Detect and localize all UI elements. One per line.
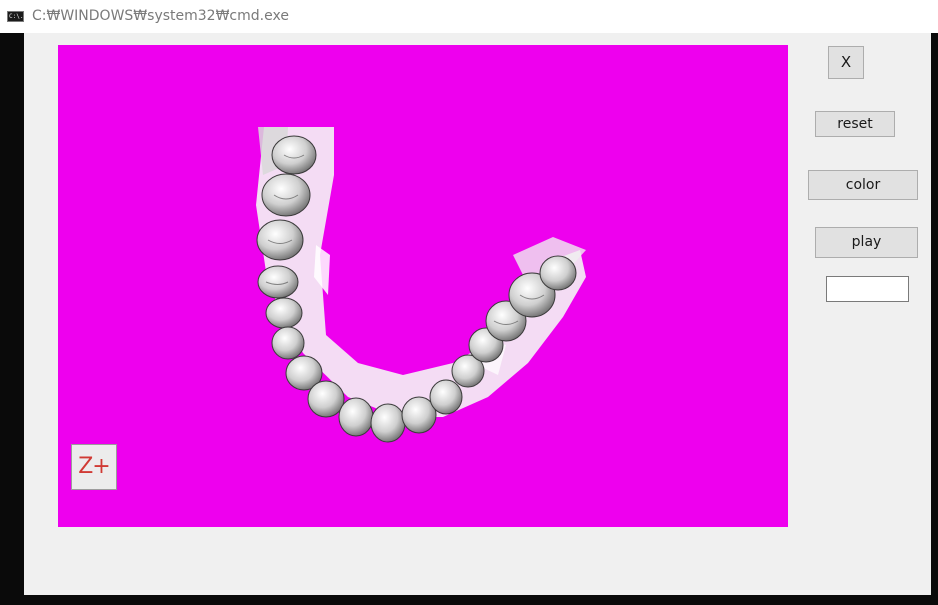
color-button[interactable]: color bbox=[808, 170, 918, 200]
cmd-console-icon: C:\. bbox=[7, 11, 24, 22]
console-title-bar[interactable]: C:\. C:₩WINDOWS₩system32₩cmd.exe bbox=[0, 0, 938, 33]
window-edge bbox=[931, 33, 938, 595]
zoom-in-button[interactable]: Z+ bbox=[71, 444, 117, 490]
3d-viewport[interactable]: Z+ bbox=[58, 45, 788, 527]
dental-arch-scan bbox=[256, 127, 586, 443]
value-input[interactable] bbox=[826, 276, 909, 302]
reset-button[interactable]: reset bbox=[815, 111, 895, 137]
window-title: C:₩WINDOWS₩system32₩cmd.exe bbox=[32, 8, 289, 24]
close-button[interactable]: X bbox=[828, 46, 864, 79]
play-button[interactable]: play bbox=[815, 227, 918, 258]
